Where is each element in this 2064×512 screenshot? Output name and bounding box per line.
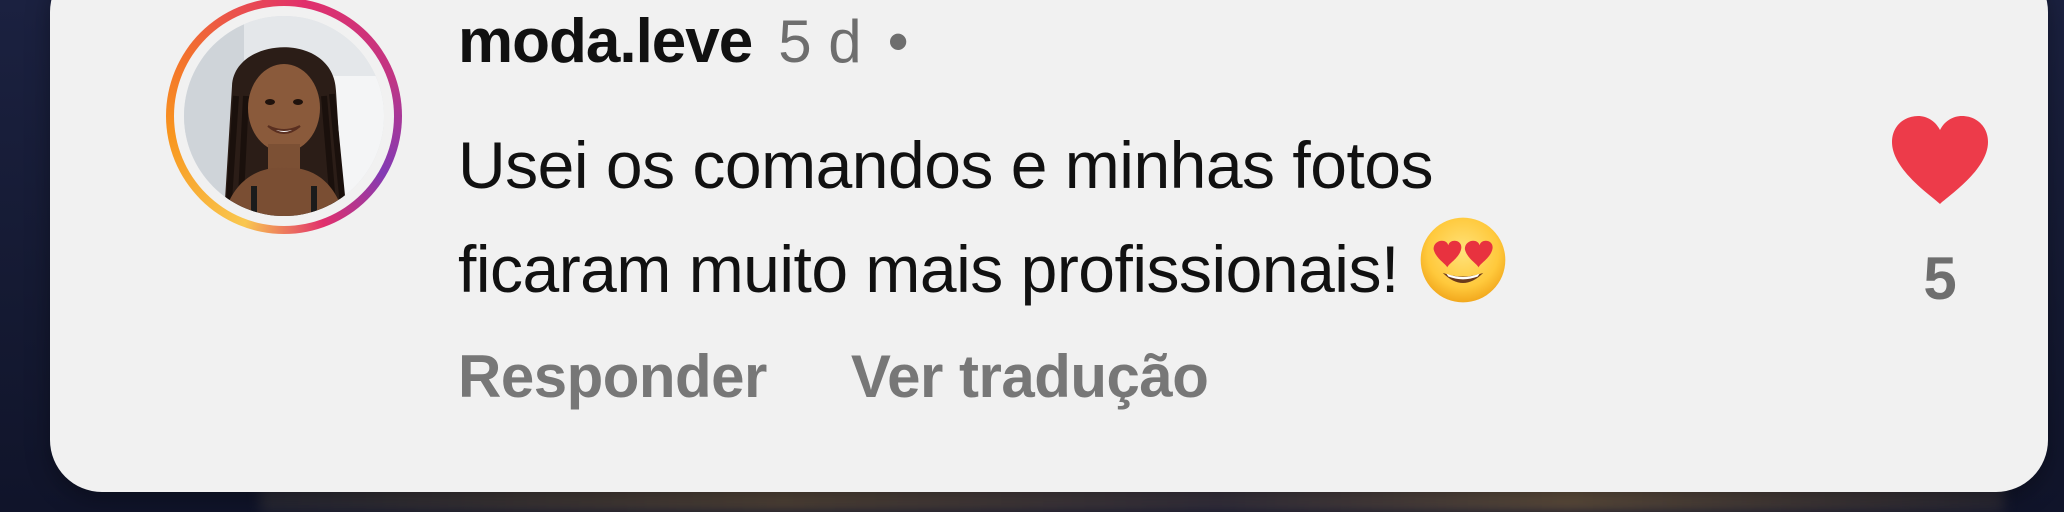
comment-text-line-2: ficaram muito mais profissionais! [458, 232, 1399, 306]
username-link[interactable]: moda.leve [458, 6, 753, 77]
reply-button[interactable]: Responder [458, 342, 767, 411]
comment-text: Usei os comandos e minhas fotos ficaram … [458, 116, 1758, 318]
heart-icon[interactable] [1888, 112, 1992, 208]
profile-photo-icon [184, 16, 384, 216]
header-separator: • [887, 8, 909, 75]
comment-text-line-1: Usei os comandos e minhas fotos [458, 128, 1433, 202]
like-count: 5 [1923, 245, 1957, 312]
see-translation-button[interactable]: Ver tradução [851, 342, 1209, 411]
avatar[interactable] [184, 16, 384, 216]
comment-timestamp: 5 d [778, 8, 862, 75]
comment-actions: Responder Ver tradução [458, 342, 1209, 411]
comment-header: moda.leve 5 d • [458, 6, 909, 76]
comment-text-line-2-wrap: ficaram muito mais profissionais! [458, 214, 1758, 318]
comment-card: moda.leve 5 d • Usei os comandos e minha… [50, 0, 2048, 492]
heart-eyes-emoji-icon [1420, 217, 1506, 303]
